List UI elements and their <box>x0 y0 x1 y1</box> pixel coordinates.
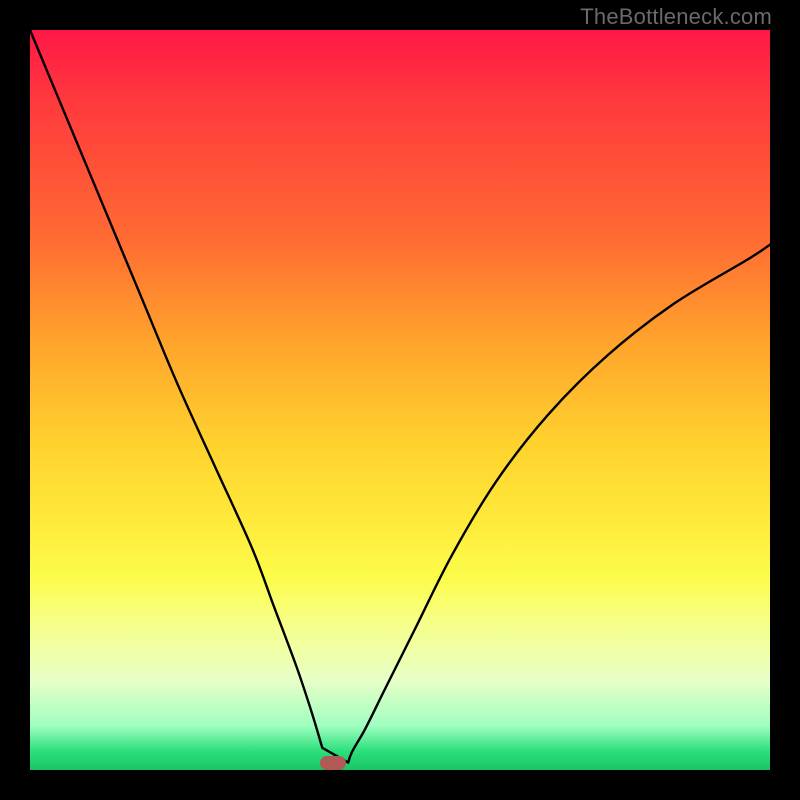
curve-svg <box>30 30 770 770</box>
watermark-text: TheBottleneck.com <box>580 4 772 30</box>
optimum-marker <box>320 756 346 770</box>
bottleneck-curve-path <box>30 30 770 763</box>
plot-area <box>30 30 770 770</box>
outer-frame: TheBottleneck.com <box>0 0 800 800</box>
